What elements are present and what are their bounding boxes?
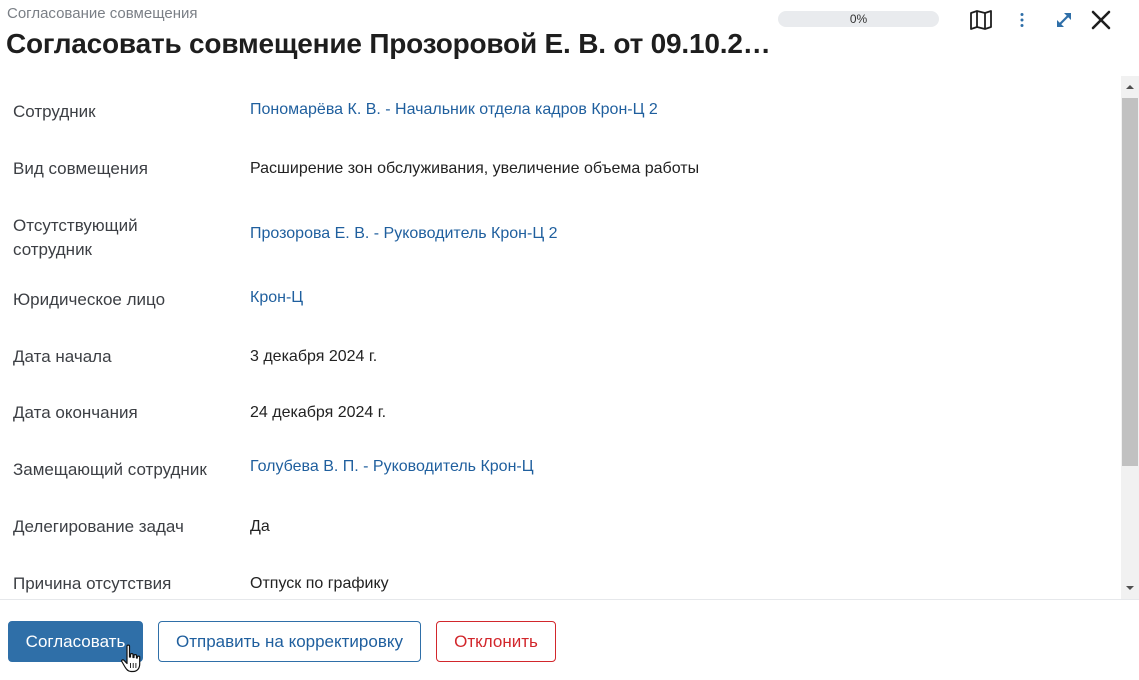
approve-button[interactable]: Согласовать [8, 621, 143, 662]
more-button[interactable] [1012, 6, 1032, 34]
field-value: Отпуск по графику [250, 575, 389, 592]
scroll-down-button[interactable] [1121, 577, 1139, 599]
expand-button[interactable] [1050, 6, 1078, 34]
field-label: Вид совмещения [13, 159, 148, 178]
breadcrumb: Согласование совмещения [7, 5, 198, 22]
field-label: Сотрудник [13, 102, 96, 121]
map-button[interactable] [967, 6, 995, 34]
field-label: Дата начала [13, 347, 112, 366]
field-label: Делегирование задач [13, 517, 184, 536]
arrow-down-icon [1126, 586, 1134, 590]
scrollbar[interactable] [1121, 76, 1139, 599]
scroll-up-button[interactable] [1121, 76, 1139, 98]
map-icon [970, 10, 992, 30]
close-button[interactable] [1087, 6, 1115, 34]
field-value: 24 декабря 2024 г. [250, 404, 387, 421]
footer-divider [0, 599, 1139, 600]
field-label: Причина отсутствия [13, 574, 172, 593]
field-label: Юридическое лицо [13, 290, 166, 309]
expand-icon [1057, 13, 1071, 27]
field-label: Дата окончания [13, 403, 138, 422]
close-icon [1091, 10, 1111, 30]
details-panel: Сотрудник Пономарёва К. В. - Начальник о… [0, 72, 1121, 599]
more-vertical-icon [1020, 13, 1024, 27]
field-value-link[interactable]: Крон-Ц [250, 286, 1090, 310]
field-value: Да [250, 518, 270, 535]
progress-bar: 0% [778, 11, 939, 27]
field-value-link[interactable]: Пономарёва К. В. - Начальник отдела кадр… [250, 98, 1090, 122]
send-for-correction-button[interactable]: Отправить на корректировку [158, 621, 421, 662]
scroll-thumb[interactable] [1122, 98, 1138, 466]
page-title: Согласовать совмещение Прозоровой Е. В. … [6, 28, 771, 59]
field-value-link[interactable]: Прозорова Е. В. - Руководитель Крон-Ц 2 [250, 222, 1090, 246]
progress-label: 0% [849, 12, 868, 26]
field-label: Замещающий сотрудник [13, 460, 207, 479]
field-label: Отсутствующий сотрудник [13, 216, 138, 259]
field-value-link[interactable]: Голубева В. П. - Руководитель Крон-Ц [250, 455, 1090, 479]
field-value: 3 декабря 2024 г. [250, 348, 378, 365]
reject-button[interactable]: Отклонить [436, 621, 556, 662]
field-value: Расширение зон обслуживания, увеличение … [250, 160, 700, 177]
arrow-up-icon [1126, 85, 1134, 89]
